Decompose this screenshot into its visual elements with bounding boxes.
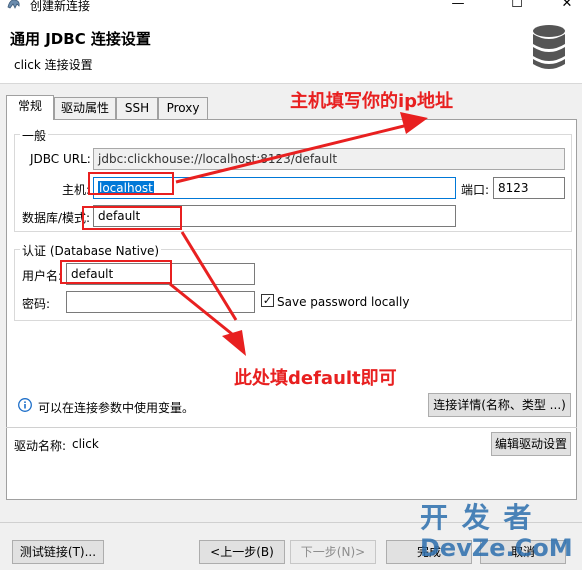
tab-general[interactable]: 常规 — [6, 95, 54, 120]
watermark-line1: 开 发 者 — [420, 501, 534, 534]
host-annotation-text: 主机填写你的ip地址 — [290, 91, 454, 112]
watermark-line2: DevZe.CoM — [420, 534, 573, 562]
annotation-arrows — [169, 112, 428, 356]
default-annotation-text: 此处填default即可 — [234, 368, 397, 389]
watermark: 开 发 者 DevZe.CoM — [420, 501, 573, 563]
